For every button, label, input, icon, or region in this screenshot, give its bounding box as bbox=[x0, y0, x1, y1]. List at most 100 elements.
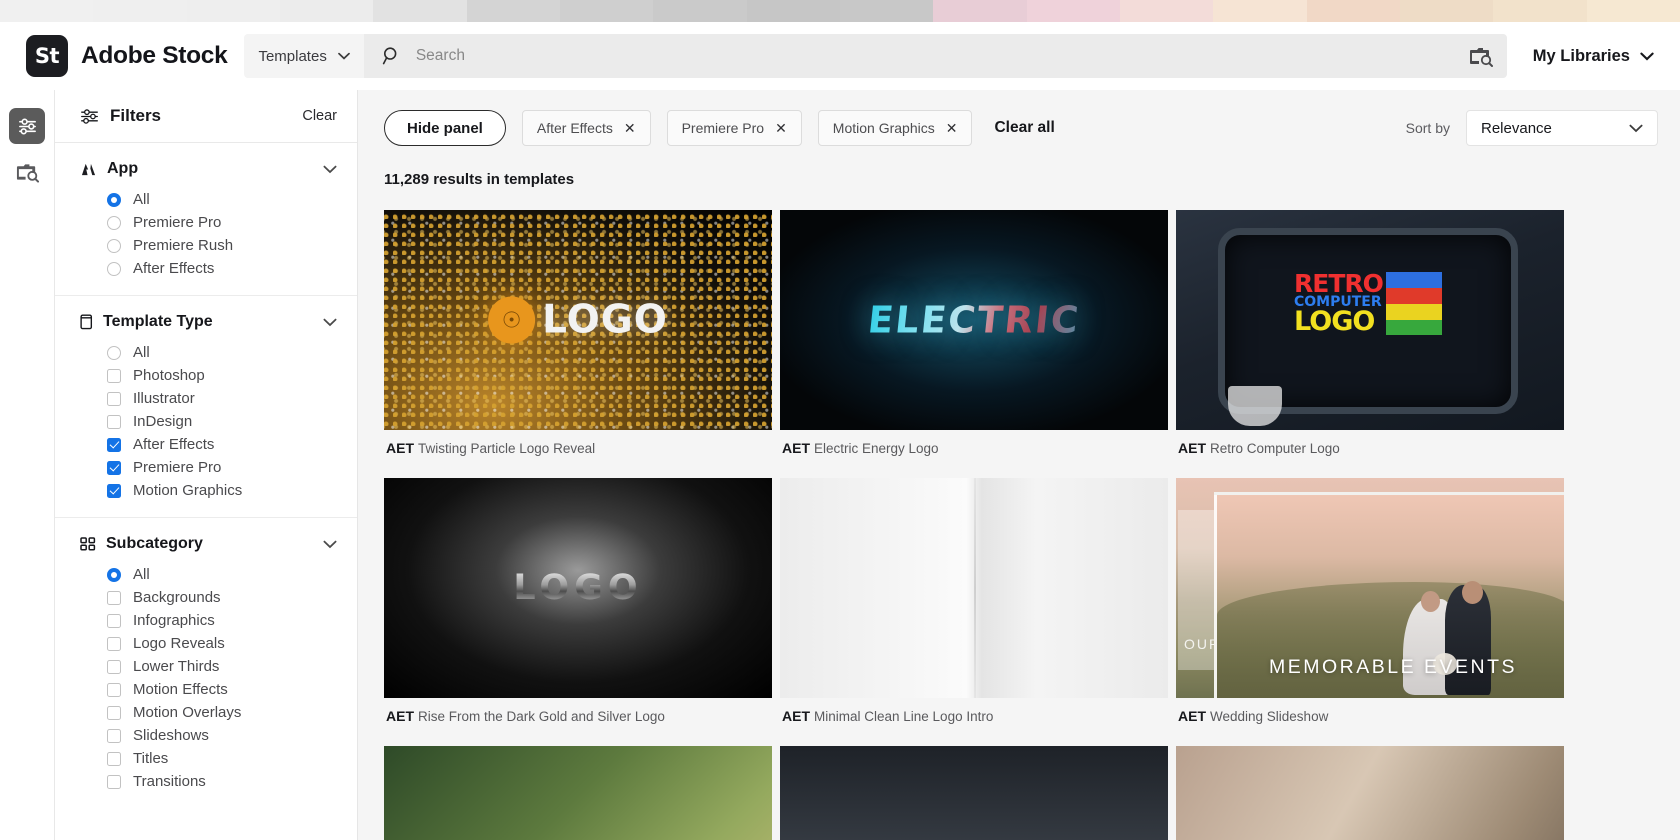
result-caption: AET Rise From the Dark Gold and Silver Lo… bbox=[384, 698, 772, 738]
global-header: St Adobe Stock Templates My Libraries bbox=[0, 22, 1680, 90]
filter-chip-premiere-pro[interactable]: Premiere Pro ✕ bbox=[667, 110, 802, 146]
filter-option-label: Photoshop bbox=[133, 367, 205, 384]
result-thumbnail[interactable] bbox=[780, 746, 1168, 840]
filter-option-label: All bbox=[133, 344, 150, 361]
sort-select[interactable]: Relevance bbox=[1466, 110, 1658, 146]
result-title: Electric Energy Logo bbox=[814, 441, 939, 456]
result-card[interactable]: LOGO AET Rise From the Dark Gold and Silv… bbox=[384, 478, 772, 738]
filter-option-label: All bbox=[133, 566, 150, 583]
chevron-down-icon bbox=[338, 52, 350, 60]
sort-by-label: Sort by bbox=[1406, 120, 1450, 136]
search-input[interactable] bbox=[416, 47, 1455, 65]
filters-rail-icon[interactable] bbox=[9, 108, 45, 144]
visual-search-rail-icon[interactable] bbox=[9, 154, 45, 190]
result-card[interactable]: AETMinimal Clean Line Logo Intro bbox=[780, 478, 1168, 738]
checkbox-icon bbox=[107, 660, 121, 674]
result-thumbnail[interactable]: ELECTRIC bbox=[780, 210, 1168, 430]
filter-option-type-premiere-pro[interactable]: Premiere Pro bbox=[107, 456, 337, 479]
filter-option-app-all[interactable]: All bbox=[107, 188, 337, 211]
result-caption: AETTwisting Particle Logo Reveal bbox=[384, 430, 772, 470]
filter-option-app-premiere-rush[interactable]: Premiere Rush bbox=[107, 234, 337, 257]
my-libraries-label: My Libraries bbox=[1533, 47, 1630, 66]
camera-search-icon[interactable] bbox=[1469, 45, 1493, 67]
filter-option-type-all[interactable]: All bbox=[107, 341, 337, 364]
hide-panel-button[interactable]: Hide panel bbox=[384, 110, 506, 146]
radio-icon bbox=[107, 262, 121, 276]
close-icon[interactable]: ✕ bbox=[775, 120, 787, 137]
filter-option-label: Motion Effects bbox=[133, 681, 228, 698]
filter-chip-after-effects[interactable]: After Effects ✕ bbox=[522, 110, 651, 146]
results-grid: ☉ LOGO AETTwisting Particle Logo Reveal … bbox=[358, 188, 1680, 840]
filter-option-label: After Effects bbox=[133, 436, 214, 453]
brand-logo-link[interactable]: St Adobe Stock bbox=[26, 35, 227, 77]
result-thumbnail[interactable] bbox=[1176, 746, 1564, 840]
result-card[interactable] bbox=[384, 746, 772, 840]
result-badge: AET bbox=[386, 708, 414, 724]
icon-rail bbox=[0, 90, 55, 840]
result-title: Rise From the Dark Gold and Silver Logo bbox=[418, 709, 665, 724]
result-thumbnail[interactable]: ☉ LOGO bbox=[384, 210, 772, 430]
filter-chip-label: Premiere Pro bbox=[682, 120, 764, 136]
filter-option-label: After Effects bbox=[133, 260, 214, 277]
checkbox-icon bbox=[107, 775, 121, 789]
filter-group-template-type-toggle[interactable]: Template Type bbox=[80, 313, 337, 331]
filter-option-type-after-effects[interactable]: After Effects bbox=[107, 433, 337, 456]
checkbox-icon bbox=[107, 614, 121, 628]
filter-option-sub-motion-effects[interactable]: Motion Effects bbox=[107, 678, 337, 701]
result-thumbnail[interactable]: LOGO bbox=[384, 478, 772, 698]
result-thumbnail[interactable]: OUR T MEMORABLE EVENTS bbox=[1176, 478, 1564, 698]
filter-option-sub-backgrounds[interactable]: Backgrounds bbox=[107, 586, 337, 609]
filter-option-type-indesign[interactable]: InDesign bbox=[107, 410, 337, 433]
filter-option-sub-slideshows[interactable]: Slideshows bbox=[107, 724, 337, 747]
result-card[interactable]: ☉ LOGO AETTwisting Particle Logo Reveal bbox=[384, 210, 772, 470]
filter-group-app-title: App bbox=[107, 160, 138, 178]
checkbox-icon bbox=[107, 706, 121, 720]
filter-chip-motion-graphics[interactable]: Motion Graphics ✕ bbox=[818, 110, 973, 146]
result-card[interactable] bbox=[1176, 746, 1564, 840]
filter-option-type-illustrator[interactable]: Illustrator bbox=[107, 387, 337, 410]
grid-icon bbox=[80, 536, 96, 552]
filter-group-template-type: Template Type All Photoshop Illustrator bbox=[55, 296, 357, 518]
result-thumbnail[interactable] bbox=[780, 478, 1168, 698]
thumbnail-art-text: MEMORABLE EVENTS bbox=[1269, 656, 1517, 679]
filter-group-subcategory-toggle[interactable]: Subcategory bbox=[80, 535, 337, 553]
result-thumbnail[interactable] bbox=[384, 746, 772, 840]
thumbnail-art-text: ELECTRIC bbox=[866, 299, 1082, 342]
results-area: Hide panel After Effects ✕ Premiere Pro … bbox=[358, 90, 1680, 840]
result-card[interactable]: OUR T MEMORABLE EVENTS bbox=[1176, 478, 1564, 738]
color-bars bbox=[1386, 272, 1442, 335]
filter-option-sub-motion-overlays[interactable]: Motion Overlays bbox=[107, 701, 337, 724]
result-card[interactable]: RETRO COMPUTER LOGO AETRetro Computer Lo… bbox=[1176, 210, 1564, 470]
chevron-down-icon bbox=[323, 318, 337, 327]
filter-option-app-premiere-pro[interactable]: Premiere Pro bbox=[107, 211, 337, 234]
close-icon[interactable]: ✕ bbox=[946, 120, 958, 137]
result-badge: AET bbox=[782, 440, 810, 456]
result-badge: AET bbox=[1178, 708, 1206, 724]
filter-option-app-after-effects[interactable]: After Effects bbox=[107, 257, 337, 280]
clear-filters-button[interactable]: Clear bbox=[302, 108, 337, 124]
result-thumbnail[interactable]: RETRO COMPUTER LOGO bbox=[1176, 210, 1564, 430]
filter-option-sub-transitions[interactable]: Transitions bbox=[107, 770, 337, 793]
filter-group-subcategory-title: Subcategory bbox=[106, 535, 203, 553]
results-toolbar: Hide panel After Effects ✕ Premiere Pro … bbox=[358, 90, 1680, 146]
category-dropdown[interactable]: Templates bbox=[244, 34, 363, 78]
filter-option-label: Illustrator bbox=[133, 390, 195, 407]
chevron-down-icon bbox=[1640, 52, 1654, 61]
filter-option-sub-infographics[interactable]: Infographics bbox=[107, 609, 337, 632]
checkbox-icon bbox=[107, 591, 121, 605]
filter-option-sub-lower-thirds[interactable]: Lower Thirds bbox=[107, 655, 337, 678]
result-card[interactable] bbox=[780, 746, 1168, 840]
template-icon bbox=[80, 314, 93, 330]
filter-option-type-motion-graphics[interactable]: Motion Graphics bbox=[107, 479, 337, 502]
filter-group-app-toggle[interactable]: App bbox=[80, 160, 337, 178]
clear-all-button[interactable]: Clear all bbox=[994, 119, 1054, 137]
close-icon[interactable]: ✕ bbox=[624, 120, 636, 137]
result-card[interactable]: ELECTRIC AET Electric Energy Logo bbox=[780, 210, 1168, 470]
filter-option-sub-all[interactable]: All bbox=[107, 563, 337, 586]
filter-option-sub-logo-reveals[interactable]: Logo Reveals bbox=[107, 632, 337, 655]
my-libraries-button[interactable]: My Libraries bbox=[1533, 47, 1654, 66]
filter-option-type-photoshop[interactable]: Photoshop bbox=[107, 364, 337, 387]
search-bar[interactable] bbox=[364, 34, 1507, 78]
filter-option-sub-titles[interactable]: Titles bbox=[107, 747, 337, 770]
result-title: Minimal Clean Line Logo Intro bbox=[814, 709, 993, 724]
